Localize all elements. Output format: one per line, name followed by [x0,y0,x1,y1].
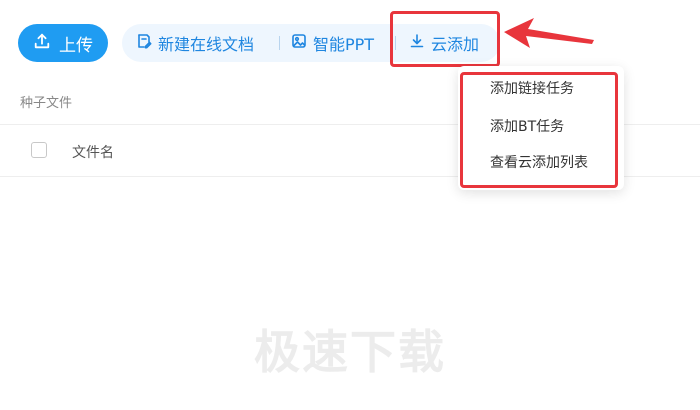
new-doc-button[interactable]: 新建在线文档 [136,24,254,62]
download-icon [409,33,425,53]
new-doc-label: 新建在线文档 [158,35,255,54]
select-all-checkbox[interactable] [31,142,47,158]
menu-item-add-bt-task[interactable]: 添加BT任务 [490,116,564,136]
image-icon [291,33,307,53]
toolbar-divider [279,36,280,50]
empty-state-text: 极速下载 [254,325,446,379]
cloud-add-button[interactable]: 云添加 [409,24,479,62]
upload-label: 上传 [59,35,93,56]
annotation-arrow-icon [504,18,594,48]
smart-ppt-label: 智能PPT [313,35,375,54]
smart-ppt-button[interactable]: 智能PPT [291,24,374,62]
upload-icon [33,32,51,55]
cloud-add-dropdown: 添加链接任务 添加BT任务 查看云添加列表 [458,66,624,190]
cloud-add-label: 云添加 [431,35,480,54]
menu-item-add-link-task[interactable]: 添加链接任务 [490,78,574,98]
toolbar-divider [395,36,396,50]
column-header-filename[interactable]: 文件名 [72,142,114,162]
edit-doc-icon [136,33,152,53]
menu-item-view-cloud-list[interactable]: 查看云添加列表 [490,152,588,172]
section-label: 种子文件 [20,96,73,111]
upload-button[interactable]: 上传 [18,24,108,62]
